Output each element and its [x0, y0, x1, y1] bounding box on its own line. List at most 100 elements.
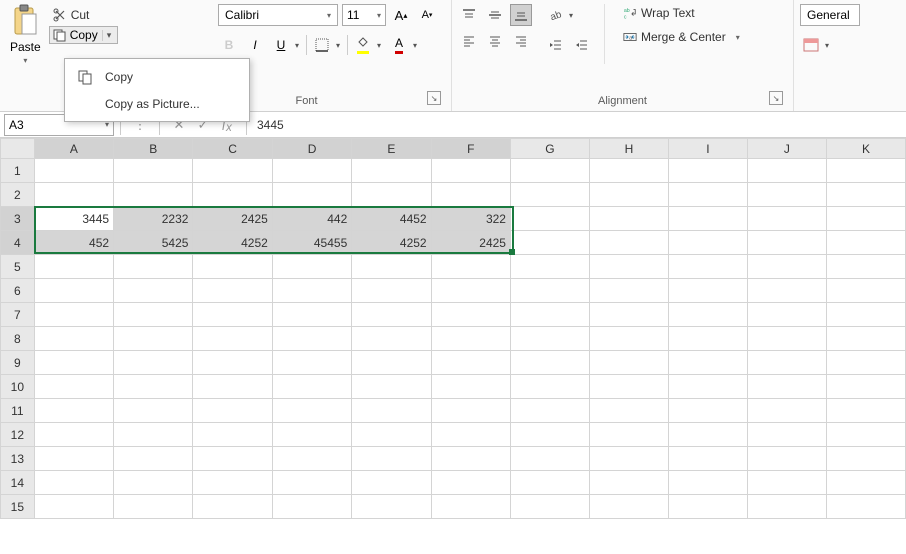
cell-H7[interactable] — [589, 303, 668, 327]
cell-F14[interactable] — [431, 471, 510, 495]
cell-I10[interactable] — [668, 375, 747, 399]
cell-F7[interactable] — [431, 303, 510, 327]
cell-K12[interactable] — [826, 423, 905, 447]
cell-C11[interactable] — [193, 399, 272, 423]
borders-button[interactable] — [311, 34, 333, 56]
cell-I9[interactable] — [668, 351, 747, 375]
cell-K7[interactable] — [826, 303, 905, 327]
cell-A12[interactable] — [34, 423, 113, 447]
cell-I11[interactable] — [668, 399, 747, 423]
cell-B13[interactable] — [114, 447, 193, 471]
cell-C15[interactable] — [193, 495, 272, 519]
paste-dropdown-arrow[interactable]: ▾ — [23, 56, 27, 65]
cell-G9[interactable] — [510, 351, 589, 375]
formula-bar[interactable]: 3445 — [249, 118, 906, 132]
cell-B12[interactable] — [114, 423, 193, 447]
orientation-dropdown-arrow[interactable]: ▾ — [566, 11, 576, 20]
number-format-select[interactable]: General — [800, 4, 860, 26]
cell-B3[interactable]: 2232 — [114, 207, 193, 231]
row-header-3[interactable]: 3 — [1, 207, 35, 231]
column-header-E[interactable]: E — [352, 139, 431, 159]
cell-K14[interactable] — [826, 471, 905, 495]
cell-F2[interactable] — [431, 183, 510, 207]
row-header-12[interactable]: 12 — [1, 423, 35, 447]
cell-E11[interactable] — [352, 399, 431, 423]
align-top-button[interactable] — [458, 4, 480, 26]
copy-dropdown-arrow[interactable]: ▾ — [102, 30, 116, 41]
cell-K6[interactable] — [826, 279, 905, 303]
cell-F11[interactable] — [431, 399, 510, 423]
cell-F10[interactable] — [431, 375, 510, 399]
cell-D4[interactable]: 45455 — [272, 231, 351, 255]
cell-E1[interactable] — [352, 159, 431, 183]
cell-I1[interactable] — [668, 159, 747, 183]
cell-G2[interactable] — [510, 183, 589, 207]
cell-D11[interactable] — [272, 399, 351, 423]
cell-J12[interactable] — [747, 423, 826, 447]
cell-H6[interactable] — [589, 279, 668, 303]
fill-color-dropdown-arrow[interactable]: ▾ — [374, 41, 384, 50]
cell-B1[interactable] — [114, 159, 193, 183]
cell-K3[interactable] — [826, 207, 905, 231]
cell-E2[interactable] — [352, 183, 431, 207]
cell-I3[interactable] — [668, 207, 747, 231]
cell-B6[interactable] — [114, 279, 193, 303]
cell-D9[interactable] — [272, 351, 351, 375]
conditional-format-button[interactable] — [800, 34, 822, 56]
cell-A6[interactable] — [34, 279, 113, 303]
fill-color-button[interactable] — [352, 34, 374, 56]
underline-dropdown-arrow[interactable]: ▾ — [292, 41, 302, 50]
cell-J4[interactable] — [747, 231, 826, 255]
cell-F13[interactable] — [431, 447, 510, 471]
cell-B15[interactable] — [114, 495, 193, 519]
cut-button[interactable]: Cut — [49, 6, 119, 24]
cell-J13[interactable] — [747, 447, 826, 471]
cell-F4[interactable]: 2425 — [431, 231, 510, 255]
cell-H8[interactable] — [589, 327, 668, 351]
cell-D1[interactable] — [272, 159, 351, 183]
cell-E3[interactable]: 4452 — [352, 207, 431, 231]
align-center-button[interactable] — [484, 30, 506, 52]
cell-A15[interactable] — [34, 495, 113, 519]
cell-A1[interactable] — [34, 159, 113, 183]
cell-H15[interactable] — [589, 495, 668, 519]
cell-F12[interactable] — [431, 423, 510, 447]
column-header-A[interactable]: A — [34, 139, 113, 159]
bold-button[interactable]: B — [218, 34, 240, 56]
row-header-13[interactable]: 13 — [1, 447, 35, 471]
cell-G3[interactable] — [510, 207, 589, 231]
cell-G1[interactable] — [510, 159, 589, 183]
column-header-K[interactable]: K — [826, 139, 905, 159]
cell-J9[interactable] — [747, 351, 826, 375]
row-header-6[interactable]: 6 — [1, 279, 35, 303]
column-header-F[interactable]: F — [431, 139, 510, 159]
cell-D5[interactable] — [272, 255, 351, 279]
row-header-10[interactable]: 10 — [1, 375, 35, 399]
cell-B11[interactable] — [114, 399, 193, 423]
cell-B7[interactable] — [114, 303, 193, 327]
cell-A13[interactable] — [34, 447, 113, 471]
cell-K4[interactable] — [826, 231, 905, 255]
row-header-5[interactable]: 5 — [1, 255, 35, 279]
cell-C8[interactable] — [193, 327, 272, 351]
cell-F5[interactable] — [431, 255, 510, 279]
cell-G8[interactable] — [510, 327, 589, 351]
cell-C2[interactable] — [193, 183, 272, 207]
cell-A5[interactable] — [34, 255, 113, 279]
row-header-1[interactable]: 1 — [1, 159, 35, 183]
align-bottom-button[interactable] — [510, 4, 532, 26]
cell-J11[interactable] — [747, 399, 826, 423]
underline-button[interactable]: U — [270, 34, 292, 56]
row-header-7[interactable]: 7 — [1, 303, 35, 327]
cell-E4[interactable]: 4252 — [352, 231, 431, 255]
increase-font-button[interactable]: A▴ — [390, 4, 412, 26]
merge-dropdown-arrow[interactable]: ▾ — [736, 33, 740, 42]
cell-J5[interactable] — [747, 255, 826, 279]
column-header-D[interactable]: D — [272, 139, 351, 159]
copy-menu-item[interactable]: Copy — [65, 63, 249, 91]
cell-H10[interactable] — [589, 375, 668, 399]
cell-E10[interactable] — [352, 375, 431, 399]
cell-B14[interactable] — [114, 471, 193, 495]
cell-B8[interactable] — [114, 327, 193, 351]
cell-D8[interactable] — [272, 327, 351, 351]
